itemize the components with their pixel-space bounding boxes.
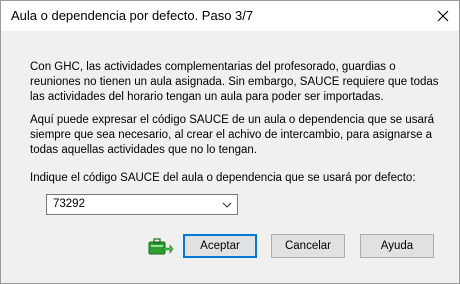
help-button[interactable]: Ayuda — [360, 234, 434, 258]
cancel-button[interactable]: Cancelar — [271, 234, 345, 258]
intro-paragraph: Con GHC, las actividades complementarias… — [30, 61, 439, 103]
help-button-label: Ayuda — [380, 240, 414, 252]
dialog-content: Con GHC, las actividades complementarias… — [1, 31, 459, 283]
chevron-down-icon — [222, 202, 232, 208]
title-bar: Aula o dependencia por defecto. Paso 3/7 — [1, 1, 459, 31]
briefcase-arrow-icon — [148, 238, 174, 255]
code-prompt-label: Indique el código SAUCE del aula o depen… — [30, 172, 416, 184]
accept-button[interactable]: Aceptar — [183, 234, 257, 258]
classroom-code-select[interactable]: 73292 — [46, 194, 238, 215]
explanation-paragraph: Aquí puede expresar el código SAUCE de u… — [30, 114, 435, 156]
dialog-window: Aula o dependencia por defecto. Paso 3/7… — [0, 0, 460, 284]
cancel-button-label: Cancelar — [284, 240, 332, 252]
close-icon — [437, 10, 449, 22]
accept-button-label: Aceptar — [200, 240, 240, 252]
window-title: Aula o dependencia por defecto. Paso 3/7 — [11, 8, 254, 23]
close-button[interactable] — [427, 1, 459, 31]
classroom-code-value: 73292 — [53, 198, 85, 210]
